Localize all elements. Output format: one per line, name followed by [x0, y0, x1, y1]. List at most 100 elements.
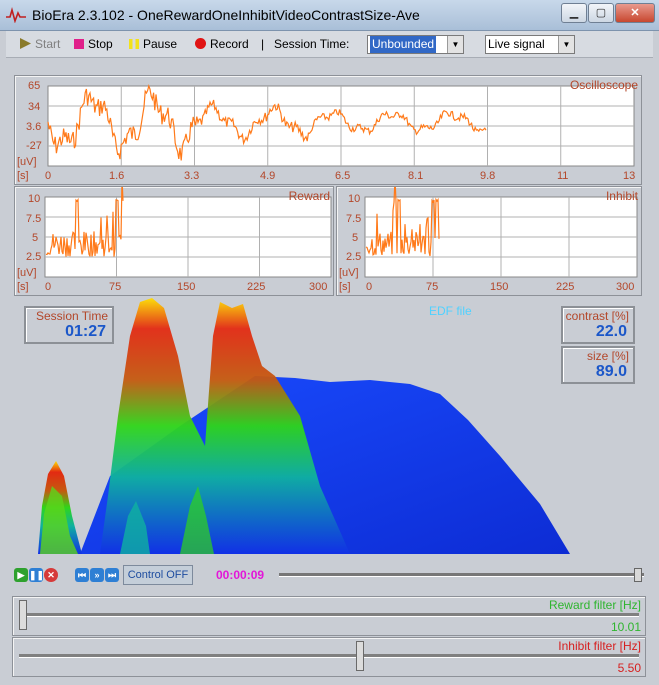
- play-button[interactable]: ▶: [14, 568, 28, 582]
- x-tick-label: 11: [557, 170, 569, 182]
- chevron-down-icon: ▼: [558, 36, 574, 53]
- toolbar-separator: |: [261, 37, 265, 51]
- start-button[interactable]: Start: [20, 37, 60, 51]
- record-icon: [195, 38, 206, 49]
- pause-label: Pause: [143, 37, 178, 51]
- signal-source-value: Live signal: [488, 37, 545, 51]
- skip-end-icon: ⏭: [107, 570, 117, 580]
- y-unit-label: [uV]: [17, 156, 37, 168]
- close-icon: ✕: [47, 570, 55, 580]
- y-tick-label: 10: [28, 193, 41, 205]
- reward-title: Reward: [288, 189, 330, 203]
- stop-button[interactable]: Stop: [74, 37, 113, 51]
- oscilloscope-plot: [47, 84, 635, 167]
- playback-scrubber-thumb[interactable]: [634, 568, 643, 582]
- x-tick-label: 150: [490, 281, 509, 293]
- x-tick-label: 3.3: [184, 170, 200, 182]
- rewind-button[interactable]: ⏮: [75, 568, 89, 582]
- x-tick-label: 75: [109, 281, 122, 293]
- y-tick-label: 5: [32, 232, 39, 244]
- maximize-button[interactable]: ▢: [588, 3, 614, 23]
- minimize-button[interactable]: ▁: [561, 3, 587, 23]
- playback-time: 00:00:09: [216, 568, 265, 582]
- x-tick-label: 150: [177, 281, 196, 293]
- x-unit-label: [s]: [17, 170, 29, 182]
- inhibit-title: Inhibit: [605, 189, 638, 203]
- pause-button[interactable]: ❚❚: [29, 568, 45, 582]
- record-button[interactable]: Record: [195, 37, 249, 51]
- edf-file-label: EDF file: [429, 304, 472, 318]
- x-tick-label: 0: [366, 281, 373, 293]
- close-icon: ✕: [630, 7, 640, 19]
- fast-forward-icon: »: [94, 570, 100, 580]
- pause-button[interactable]: Pause: [129, 37, 177, 51]
- y-tick-label: 7.5: [26, 213, 42, 225]
- y-tick-label: 5: [352, 232, 359, 244]
- pause-icon: ❚❚: [29, 570, 45, 580]
- play-icon: ▶: [17, 570, 25, 580]
- oscilloscope-panel: Oscilloscope 65 34 3.6 -27 [uV] [s] 0 1.…: [14, 75, 642, 185]
- session-time-label: Session Time:: [274, 37, 350, 51]
- contrast-label: contrast [%]: [565, 309, 629, 323]
- reward-panel: Reward 10 7.5 5 2.5 [uV] [s] 0 75 150 22…: [14, 186, 334, 296]
- title-bar[interactable]: BioEra 2.3.102 - OneRewardOneInhibitVide…: [0, 0, 659, 31]
- chevron-down-icon: ▼: [447, 36, 463, 53]
- session-time-box: Session Time 01:27: [24, 306, 114, 344]
- size-value: 89.0: [595, 363, 627, 380]
- y-tick-label: 2.5: [26, 251, 42, 263]
- stop-label: Stop: [88, 37, 113, 51]
- contrast-box: contrast [%] 22.0: [561, 306, 635, 344]
- play-icon: [20, 38, 31, 49]
- reward-filter-thumb[interactable]: [19, 600, 27, 630]
- size-box: size [%] 89.0: [561, 346, 635, 384]
- x-tick-label: 1.6: [109, 170, 125, 182]
- inhibit-filter-thumb[interactable]: [355, 641, 364, 671]
- y-tick-label: 7.5: [346, 213, 362, 225]
- x-tick-label: 13: [623, 170, 636, 182]
- size-label: size [%]: [586, 349, 629, 363]
- x-tick-label: 225: [247, 281, 266, 293]
- y-tick-label: 65: [28, 80, 41, 92]
- session-time-box-value: 01:27: [65, 323, 106, 340]
- skip-end-button[interactable]: ⏭: [105, 568, 119, 582]
- x-tick-label: 75: [426, 281, 439, 293]
- reward-filter-track[interactable]: [19, 613, 639, 617]
- x-tick-label: 300: [616, 281, 635, 293]
- stop-icon: [74, 39, 84, 49]
- x-tick-label: 0: [45, 281, 52, 293]
- inhibit-filter-slider[interactable]: Inhibit filter [Hz] 5.50: [12, 637, 646, 677]
- control-toggle-button[interactable]: Control OFF: [123, 565, 193, 585]
- skip-back-icon: ⏮: [77, 570, 87, 580]
- pause-icon: [129, 39, 139, 49]
- record-label: Record: [210, 37, 249, 51]
- window-title: BioEra 2.3.102 - OneRewardOneInhibitVide…: [32, 7, 420, 23]
- stop-button[interactable]: ✕: [44, 568, 58, 582]
- inhibit-filter-track[interactable]: [19, 654, 639, 658]
- fast-forward-button[interactable]: »: [90, 568, 104, 582]
- oscilloscope-title: Oscilloscope: [569, 78, 638, 92]
- x-tick-label: 6.5: [335, 170, 351, 182]
- signal-source-select[interactable]: Live signal ▼: [485, 35, 575, 54]
- session-time-select[interactable]: Unbounded ▼: [367, 35, 464, 54]
- x-tick-label: 8.1: [408, 170, 424, 182]
- app-logo-icon: [6, 7, 26, 23]
- reward-filter-slider[interactable]: Reward filter [Hz] 10.01: [12, 596, 646, 636]
- x-tick-label: 4.9: [260, 170, 276, 182]
- reward-filter-value: 10.01: [610, 620, 641, 634]
- inhibit-filter-label: Inhibit filter [Hz]: [558, 639, 641, 653]
- playback-controls: ▶ ❚❚ ✕ ⏮ » ⏭ Control OFF 00:00:09: [12, 564, 652, 586]
- close-button[interactable]: ✕: [615, 3, 655, 23]
- maximize-icon: ▢: [595, 7, 607, 19]
- y-tick-label: 10: [348, 193, 361, 205]
- reward-plot: [44, 187, 332, 278]
- y-tick-label: 34: [28, 101, 41, 113]
- y-tick-label: 3.6: [26, 121, 42, 133]
- playback-scrubber[interactable]: [279, 573, 644, 577]
- y-tick-label: 2.5: [346, 251, 362, 263]
- session-time-box-label: Session Time: [35, 309, 108, 323]
- y-tick-label: -27: [26, 140, 42, 152]
- start-label: Start: [35, 37, 61, 51]
- session-time-value: Unbounded: [370, 36, 437, 53]
- y-unit-label: [uV]: [339, 267, 359, 279]
- reward-filter-label: Reward filter [Hz]: [548, 598, 641, 612]
